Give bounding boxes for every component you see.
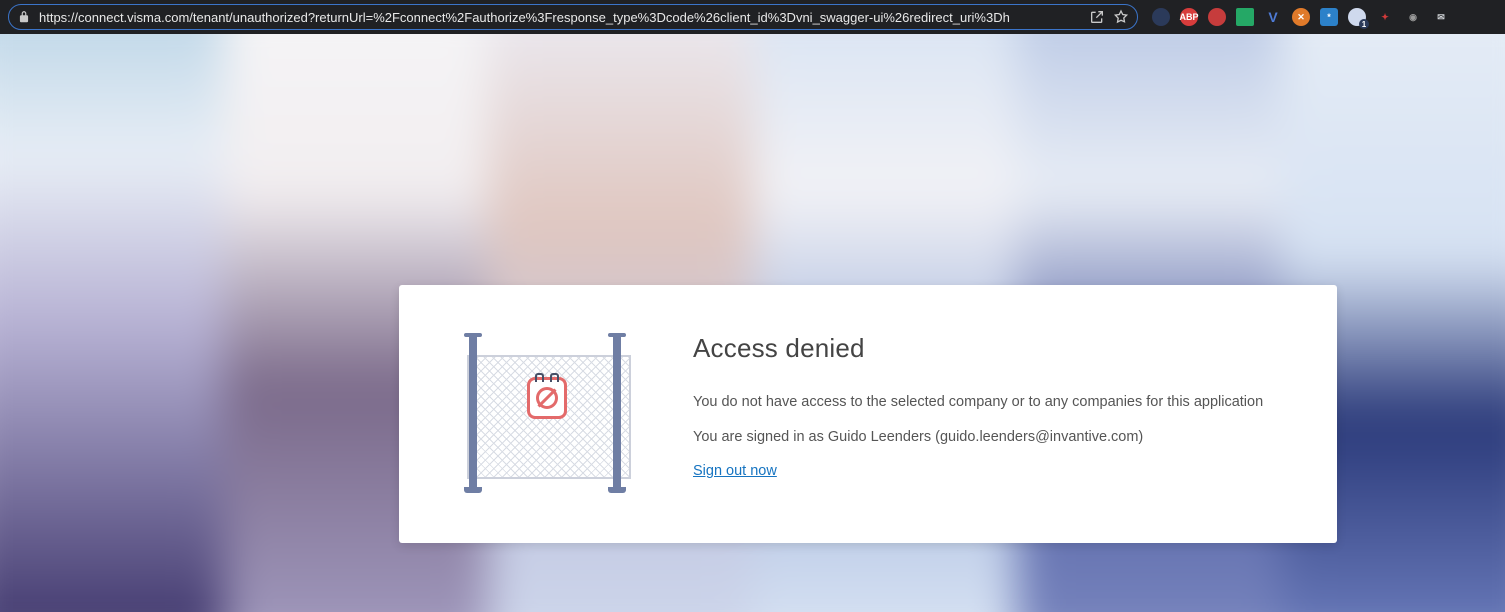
extension-square-green-icon[interactable]: [1236, 8, 1254, 26]
share-icon[interactable]: [1089, 9, 1105, 25]
extension-mail-grey-icon[interactable]: ✉: [1432, 8, 1450, 26]
omnibox[interactable]: [8, 4, 1138, 30]
bookmark-star-icon[interactable]: [1113, 9, 1129, 25]
access-denied-card: Access denied You do not have access to …: [399, 285, 1337, 543]
extension-row: ABP V ✕ * 1 ✦ ◉ ✉: [1146, 8, 1450, 26]
extension-badge: 1: [1359, 19, 1369, 29]
no-entry-icon: [527, 377, 567, 419]
browser-toolbar: ABP V ✕ * 1 ✦ ◉ ✉: [0, 0, 1505, 34]
extension-circle-blue-icon[interactable]: [1152, 8, 1170, 26]
extension-camera-grey-icon[interactable]: ◉: [1404, 8, 1422, 26]
extension-circle-orange-icon[interactable]: ✕: [1292, 8, 1310, 26]
lock-icon: [17, 10, 31, 24]
extension-abp-icon[interactable]: ABP: [1180, 8, 1198, 26]
denied-message: You do not have access to the selected c…: [693, 392, 1285, 413]
extension-globe-icon[interactable]: 1: [1348, 8, 1366, 26]
extension-asterisk-blue-icon[interactable]: *: [1320, 8, 1338, 26]
fence-illustration: [451, 333, 641, 493]
extension-v-blue-icon[interactable]: V: [1264, 8, 1282, 26]
url-input[interactable]: [39, 10, 1081, 25]
page-viewport: Access denied You do not have access to …: [0, 34, 1505, 612]
page-heading: Access denied: [693, 333, 1285, 364]
extension-maple-red-icon[interactable]: ✦: [1376, 8, 1394, 26]
extension-authy-red-icon[interactable]: [1208, 8, 1226, 26]
sign-out-link[interactable]: Sign out now: [693, 463, 777, 479]
signed-in-as: You are signed in as Guido Leenders (gui…: [693, 427, 1285, 448]
